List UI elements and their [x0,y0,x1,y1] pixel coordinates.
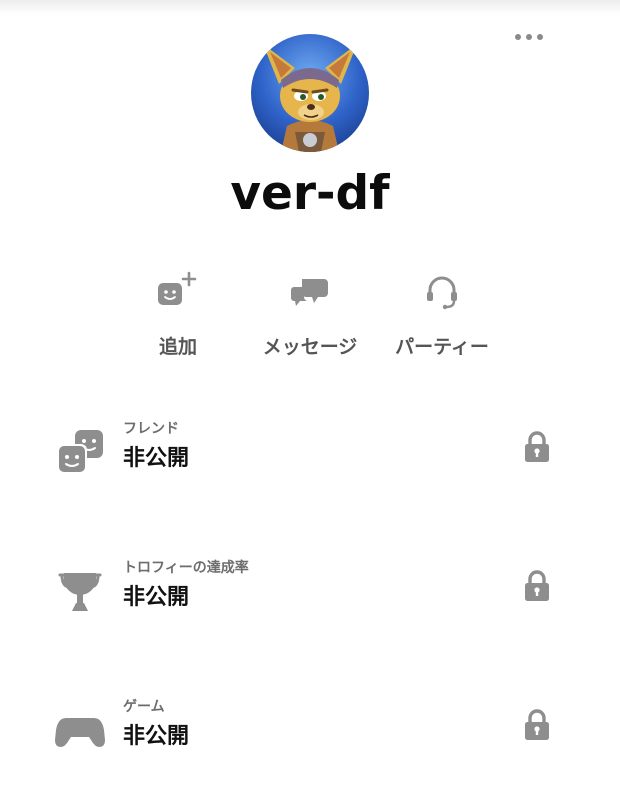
avatar-image [251,34,369,152]
trophies-label: トロフィーの達成率 [123,560,249,576]
headset-icon [427,276,457,310]
lock-icon [525,570,549,601]
friends-value: 非公開 [123,446,190,471]
trophies-value: 非公開 [123,585,190,610]
add-friend-label: 追加 [158,336,197,358]
message-label: メッセージ [262,336,358,358]
more-options-button[interactable] [512,26,546,48]
friends-icon [57,430,103,474]
add-friend-icon [158,271,197,305]
trophy-icon [58,573,102,611]
party-button[interactable]: パーティー [382,266,502,362]
top-edge [0,0,620,14]
add-friend-button[interactable]: 追加 [118,266,238,362]
friends-label: フレンド [123,421,179,437]
privacy-row-games[interactable]: ゲーム 非公開 [0,696,620,776]
action-bar: 追加 メッセージ パーティー [0,266,620,366]
party-label: パーティー [395,336,489,358]
username: ver-df [230,166,390,221]
message-icon [291,279,328,306]
message-button[interactable]: メッセージ [250,266,370,362]
lock-icon [525,709,549,740]
privacy-row-friends[interactable]: フレンド 非公開 [0,418,620,498]
lock-icon [525,431,549,462]
games-value: 非公開 [123,724,190,749]
more-horizontal-icon [515,34,543,40]
avatar[interactable] [251,34,369,152]
games-label: ゲーム [123,699,165,715]
gamepad-icon [55,718,105,747]
privacy-row-trophies[interactable]: トロフィーの達成率 非公開 [0,557,620,637]
